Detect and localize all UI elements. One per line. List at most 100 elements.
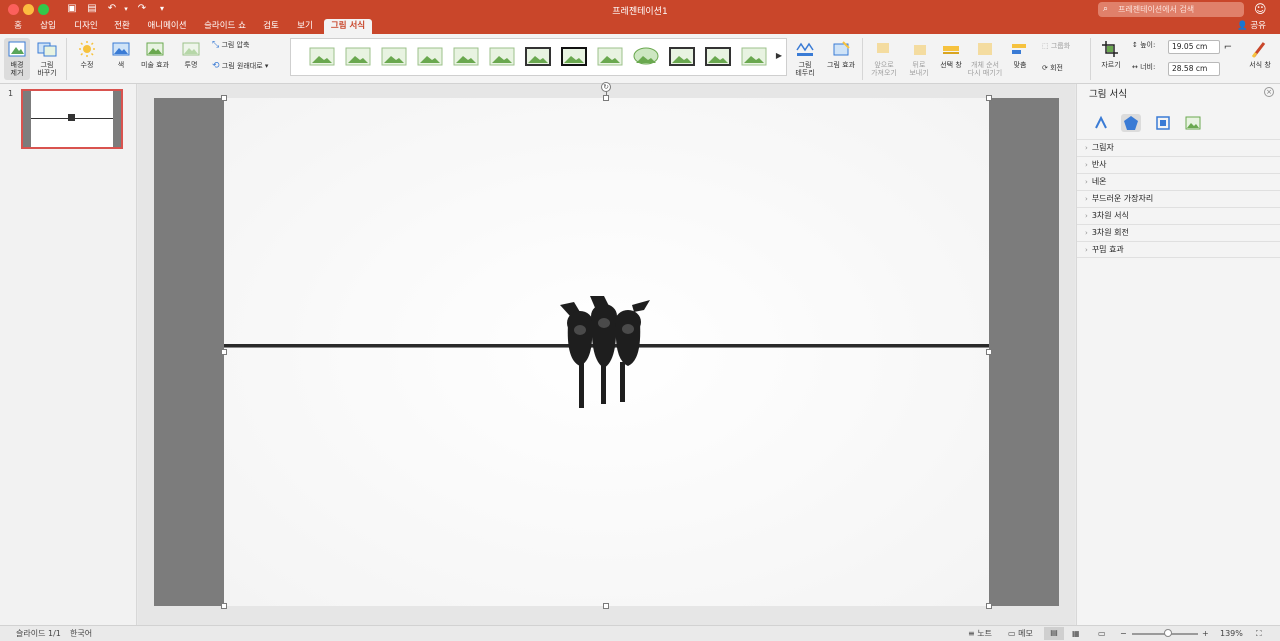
bring-forward-icon	[877, 43, 889, 53]
tab-home[interactable]: 홈	[8, 19, 28, 34]
size-properties-icon[interactable]	[1153, 114, 1173, 132]
notes-button[interactable]: ≡ 노트	[968, 626, 992, 641]
artistic-effects-button[interactable]: 미술 효과	[138, 40, 172, 69]
selection-pane-icon	[943, 46, 959, 54]
section-artistic-effects[interactable]: › 꾸밈 효과	[1077, 241, 1280, 258]
resize-handle-top-left[interactable]	[221, 95, 227, 101]
bring-forward-button[interactable]: 앞으로 가져오기	[866, 40, 902, 77]
feedback-smiley-icon[interactable]: ☺	[1254, 2, 1268, 16]
picture-settings-icon[interactable]	[1183, 114, 1203, 132]
slide-thumbnail[interactable]	[21, 89, 123, 149]
tab-insert[interactable]: 삽입	[34, 19, 62, 34]
change-picture-button[interactable]: 그림 바꾸기	[34, 40, 60, 77]
section-shadow[interactable]: › 그림자	[1077, 139, 1280, 156]
selection-pane-button[interactable]: 선택 창	[936, 40, 966, 69]
slide-sorter-icon[interactable]: ▦	[1072, 626, 1080, 641]
fill-line-icon[interactable]	[1091, 114, 1111, 132]
zoom-slider-thumb[interactable]	[1164, 629, 1172, 637]
tab-animations[interactable]: 애니메이션	[144, 19, 190, 34]
send-backward-button[interactable]: 뒤로 보내기	[904, 40, 934, 77]
resize-handle-bottom-right[interactable]	[986, 603, 992, 609]
picture-style-thumbnail[interactable]	[417, 47, 443, 66]
group-button[interactable]: ⬚ 그룹화	[1042, 42, 1082, 50]
undo-icon[interactable]: ↶	[106, 3, 118, 15]
picture-style-thumbnail[interactable]	[705, 47, 731, 66]
chevron-right-icon: ›	[1085, 246, 1088, 254]
lock-aspect-icon[interactable]: ⌐	[1222, 43, 1234, 53]
picture-style-thumbnail[interactable]	[381, 47, 407, 66]
sidebar-toggle-icon[interactable]: ▣	[66, 3, 78, 15]
gallery-more-arrow-icon[interactable]: ▶	[776, 51, 782, 60]
picture-style-thumbnail[interactable]	[561, 47, 587, 66]
redo-icon[interactable]: ↷	[136, 3, 148, 15]
tab-transitions[interactable]: 전환	[108, 19, 136, 34]
chevron-right-icon: ›	[1085, 212, 1088, 220]
height-field[interactable]: 19.05 cm	[1168, 40, 1220, 54]
picture-style-thumbnail[interactable]	[741, 47, 767, 66]
language-indicator[interactable]: 한국어	[70, 626, 92, 641]
tab-view[interactable]: 보기	[292, 19, 318, 34]
customize-qat-icon[interactable]: ▾	[156, 3, 168, 15]
picture-style-thumbnail[interactable]	[489, 47, 515, 66]
zoom-in-icon[interactable]: +	[1202, 626, 1209, 641]
picture-style-thumbnail[interactable]	[453, 47, 479, 66]
section-glow[interactable]: › 네온	[1077, 173, 1280, 190]
section-reflection[interactable]: › 반사	[1077, 156, 1280, 173]
resize-handle-right[interactable]	[986, 349, 992, 355]
section-3d-format[interactable]: › 3차원 서식	[1077, 207, 1280, 224]
format-pane-button[interactable]: 서식 창	[1244, 40, 1276, 69]
picture-effects-button[interactable]: 그림 효과	[824, 40, 858, 69]
normal-view-icon[interactable]: ▤	[1044, 627, 1064, 640]
picture-style-thumbnail[interactable]	[669, 47, 695, 66]
section-soft-edges[interactable]: › 부드러운 가장자리	[1077, 190, 1280, 207]
search-input[interactable]: ⌕ 프레젠테이션에서 검색	[1098, 2, 1244, 17]
tab-review[interactable]: 검토	[258, 19, 284, 34]
tab-design[interactable]: 디자인	[70, 19, 102, 34]
transparency-button[interactable]: 투명	[176, 40, 206, 69]
remove-background-button[interactable]: 배경 제거	[4, 38, 30, 80]
crop-button[interactable]: 자르기	[1094, 40, 1128, 69]
picture-style-thumbnail[interactable]	[633, 47, 659, 66]
resize-handle-left[interactable]	[221, 349, 227, 355]
picture-styles-gallery: ▶	[290, 38, 787, 76]
reading-view-icon[interactable]: ▭	[1098, 626, 1106, 641]
picture-border-button[interactable]: 그림 테두리	[790, 40, 820, 77]
zoom-out-icon[interactable]: −	[1120, 626, 1127, 641]
compress-pictures-button[interactable]: ⤡ 그림 압축	[212, 41, 272, 50]
rotate-button[interactable]: ⟳ 회전	[1042, 64, 1082, 72]
artistic-effects-label: 미술 효과	[141, 61, 169, 69]
comments-button[interactable]: ▭ 메모	[1008, 626, 1033, 641]
corrections-button[interactable]: 수정	[72, 40, 102, 69]
pane-title: 그림 서식	[1089, 89, 1127, 100]
thumb-birds	[68, 114, 75, 121]
tab-picture-format[interactable]: 그림 서식	[324, 19, 372, 34]
reorder-objects-button[interactable]: 개체 순서 다시 매기기	[966, 40, 1004, 77]
resize-handle-bottom-left[interactable]	[221, 603, 227, 609]
close-pane-icon[interactable]: ×	[1264, 87, 1274, 97]
reset-picture-button[interactable]: ⟲ 그림 원래대로 ▾	[212, 62, 282, 71]
status-bar: 슬라이드 1/1 한국어 ≡ 노트 ▭ 메모 ▤ ▦ ▭ − + 139% ⛶	[0, 625, 1280, 641]
zoom-level[interactable]: 139%	[1220, 626, 1243, 641]
section-3d-rotation[interactable]: › 3차원 회전	[1077, 224, 1280, 241]
resize-handle-top-right[interactable]	[986, 95, 992, 101]
comment-icon: ▭	[1008, 629, 1016, 638]
align-button[interactable]: 맞춤	[1006, 40, 1034, 69]
save-icon[interactable]: ▤	[86, 3, 98, 15]
fit-to-window-icon[interactable]: ⛶	[1256, 626, 1262, 641]
tab-slideshow[interactable]: 슬라이드 쇼	[198, 19, 252, 34]
picture-style-thumbnail[interactable]	[525, 47, 551, 66]
width-field[interactable]: 28.58 cm	[1168, 62, 1220, 76]
section-label: 3차원 회전	[1091, 228, 1129, 237]
selected-picture[interactable]	[224, 98, 989, 606]
effects-pentagon-icon[interactable]	[1121, 114, 1141, 132]
share-button[interactable]: 👤 공유	[1237, 19, 1266, 34]
minimize-window-button[interactable]	[23, 4, 34, 15]
picture-style-thumbnail[interactable]	[345, 47, 371, 66]
zoom-window-button[interactable]	[38, 4, 49, 15]
picture-style-thumbnail[interactable]	[309, 47, 335, 66]
undo-dropdown-icon[interactable]: ▾	[120, 3, 132, 15]
color-button[interactable]: 색	[106, 40, 136, 69]
close-window-button[interactable]	[8, 4, 19, 15]
resize-handle-bottom[interactable]	[603, 603, 609, 609]
picture-style-thumbnail[interactable]	[597, 47, 623, 66]
